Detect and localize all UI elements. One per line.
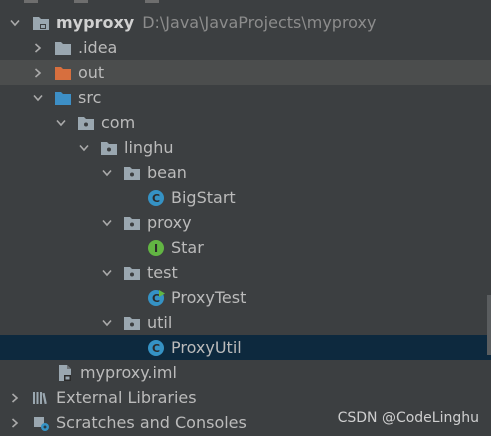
tree-row-proxyutil[interactable]: C ProxyUtil — [0, 335, 491, 360]
svg-text:C: C — [152, 192, 160, 205]
chevron-down-icon[interactable] — [101, 166, 113, 180]
toolbar-fragment — [24, 0, 38, 3]
folder-gray-icon — [54, 39, 72, 57]
class-icon: C — [147, 189, 165, 207]
chevron-down-icon[interactable] — [101, 316, 113, 330]
tree-row-bigstart[interactable]: C BigStart — [0, 185, 491, 210]
libraries-icon — [32, 389, 50, 407]
chevron-down-icon[interactable] — [101, 216, 113, 230]
chevron-down-icon[interactable] — [32, 91, 44, 105]
chevron-right-icon[interactable] — [32, 66, 44, 80]
tree-row-test[interactable]: test — [0, 260, 491, 285]
tree-row-proxy[interactable]: proxy — [0, 210, 491, 235]
folder-orange-icon — [54, 64, 72, 82]
chevron-right-icon[interactable] — [9, 416, 21, 430]
package-icon — [123, 164, 141, 182]
svg-text:C: C — [152, 342, 160, 355]
chevron-down-icon[interactable] — [55, 116, 67, 130]
tree-row-com[interactable]: com — [0, 110, 491, 135]
package-icon — [100, 139, 118, 157]
vertical-scrollbar-thumb[interactable] — [487, 295, 491, 355]
tree-row-out[interactable]: out — [0, 60, 491, 85]
scratches-icon — [32, 414, 50, 432]
watermark: CSDN @CodeLinghu — [337, 410, 479, 426]
package-icon — [123, 214, 141, 232]
class-icon: C — [147, 339, 165, 357]
tree-row-project-root[interactable]: myproxy D:\Java\JavaProjects\myproxy — [0, 10, 491, 35]
tree-row-linghu[interactable]: linghu — [0, 135, 491, 160]
tree-row-bean[interactable]: bean — [0, 160, 491, 185]
toolbar-fragment — [74, 0, 88, 3]
tree-row-util[interactable]: util — [0, 310, 491, 335]
module-file-icon — [56, 364, 74, 382]
top-toolbar-strip — [0, 0, 491, 6]
folder-blue-icon — [54, 89, 72, 107]
tree-row-src[interactable]: src — [0, 85, 491, 110]
chevron-down-icon[interactable] — [9, 16, 21, 30]
project-name: myproxy — [56, 13, 135, 32]
tree-row-idea[interactable]: .idea — [0, 35, 491, 60]
tree-row-external-libraries[interactable]: External Libraries — [0, 385, 491, 410]
toolbar-fragment — [145, 0, 159, 3]
chevron-down-icon[interactable] — [78, 141, 90, 155]
package-icon — [77, 114, 95, 132]
tree-row-iml[interactable]: myproxy.iml — [0, 360, 491, 385]
interface-icon: I — [147, 239, 165, 257]
chevron-right-icon[interactable] — [32, 41, 44, 55]
svg-text:C: C — [152, 292, 160, 305]
tree-row-proxytest[interactable]: C ProxyTest — [0, 285, 491, 310]
module-folder-icon — [32, 14, 50, 32]
tree-row-star[interactable]: I Star — [0, 235, 491, 260]
project-path: D:\Java\JavaProjects\myproxy — [142, 13, 377, 32]
test-class-icon: C — [147, 289, 165, 307]
package-icon — [123, 264, 141, 282]
package-icon — [123, 314, 141, 332]
svg-text:I: I — [154, 242, 158, 255]
chevron-right-icon[interactable] — [9, 391, 21, 405]
chevron-down-icon[interactable] — [101, 266, 113, 280]
